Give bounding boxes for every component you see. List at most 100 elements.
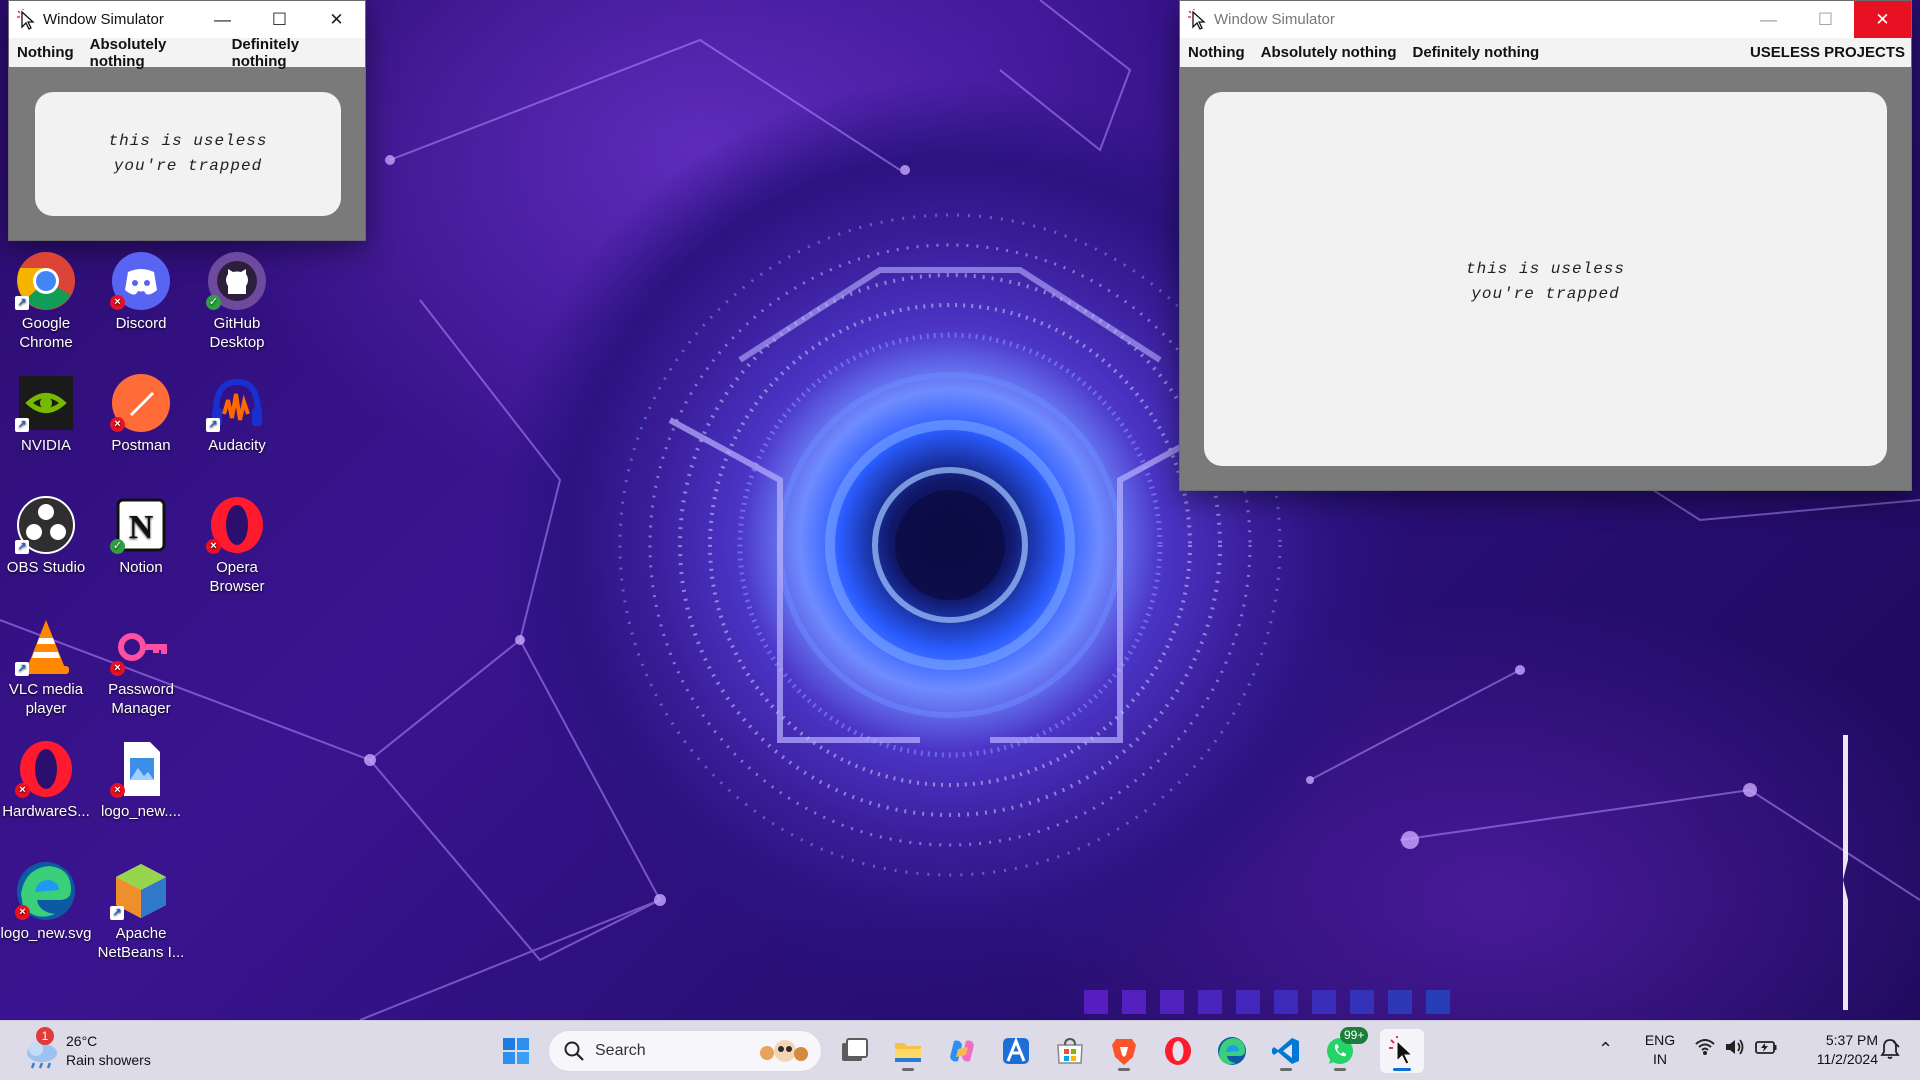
error-badge-icon: ×	[206, 539, 221, 554]
weather-widget[interactable]: 1 26°C Rain showers	[22, 1027, 172, 1073]
whatsapp-unread-badge: 99+	[1340, 1027, 1369, 1044]
minimize-button[interactable]: —	[1740, 1, 1797, 38]
close-button[interactable]: ✕	[1854, 1, 1911, 38]
panel-line-1: this is useless	[108, 132, 268, 150]
taskbar-opera[interactable]	[1156, 1029, 1200, 1073]
clock-date: 11/2/2024	[1816, 1051, 1878, 1067]
icon-label: Password Manager	[108, 681, 174, 717]
close-button[interactable]: ✕	[308, 1, 365, 38]
panel-line-2: you're trapped	[113, 157, 263, 175]
cursor-icon	[1188, 8, 1206, 30]
icon-label: logo_new.svg	[0, 925, 92, 942]
maximize-button[interactable]: ☐	[251, 1, 308, 38]
taskbar-vscode[interactable]	[1264, 1029, 1308, 1073]
desktop-icon-opera[interactable]: × Opera Browser	[189, 494, 285, 596]
desktop-icon-password-manager[interactable]: × Password Manager	[93, 616, 189, 718]
minimize-button[interactable]: —	[194, 1, 251, 38]
taskbar-file-explorer[interactable]	[886, 1029, 930, 1073]
menu-nothing[interactable]: Nothing	[17, 44, 74, 61]
menu-bar: Nothing Absolutely nothing Definitely no…	[1180, 38, 1911, 67]
error-badge-icon: ×	[110, 295, 125, 310]
running-indicator	[1118, 1068, 1130, 1071]
desktop-icon-postman[interactable]: × Postman	[93, 372, 189, 455]
maximize-button[interactable]: ☐	[1797, 1, 1854, 38]
running-indicator	[1334, 1068, 1346, 1071]
taskbar-brave[interactable]	[1102, 1029, 1146, 1073]
title-bar[interactable]: Window Simulator — ☐ ✕	[9, 1, 365, 38]
cursor-icon	[17, 8, 35, 30]
task-view-button[interactable]	[832, 1029, 876, 1073]
taskbar-microsoft-store[interactable]	[1048, 1029, 1092, 1073]
volume-icon	[1726, 1039, 1744, 1055]
icon-label: Audacity	[208, 437, 266, 454]
shortcut-arrow-icon: ↗	[15, 662, 29, 676]
menu-bar: Nothing Absolutely nothing Definitely no…	[9, 36, 365, 70]
running-indicator	[902, 1068, 914, 1071]
menu-definitely-nothing[interactable]: Definitely nothing	[232, 36, 349, 70]
copilot-icon	[950, 1040, 974, 1062]
weather-temperature: 26°C	[66, 1033, 98, 1049]
error-badge-icon: ×	[15, 905, 30, 920]
show-hidden-icons-button[interactable]: ⌃	[1598, 1039, 1613, 1060]
icon-label: Postman	[111, 437, 171, 454]
icon-label: NVIDIA	[20, 437, 71, 454]
notification-bell-icon	[1880, 1039, 1900, 1059]
edge-icon	[1218, 1037, 1246, 1065]
taskbar-app-a[interactable]	[994, 1029, 1038, 1073]
menu-absolutely-nothing[interactable]: Absolutely nothing	[90, 36, 216, 70]
desktop-icon-vlc[interactable]: ↗ VLC media player	[0, 616, 94, 718]
task-view-icon	[842, 1038, 868, 1061]
synced-badge-icon: ✓	[110, 539, 125, 554]
window-simulator-icon	[1389, 1036, 1414, 1065]
icon-label: OBS Studio	[6, 559, 86, 576]
icon-label: VLC media player	[8, 681, 84, 717]
window-simulator-right[interactable]: Window Simulator — ☐ ✕ Nothing Absolutel…	[1179, 0, 1912, 491]
system-tray-status[interactable]	[1694, 1037, 1778, 1057]
desktop-icon-github-desktop[interactable]: ✓ GitHub Desktop	[189, 250, 285, 352]
desktop-icon-hardwares[interactable]: × HardwareS...	[0, 738, 94, 821]
desktop-icon-obs[interactable]: ↗ OBS Studio	[0, 494, 94, 577]
svg-text:N: N	[129, 509, 154, 546]
taskbar: 1 26°C Rain showers Search 99+ ⌃ ENG IN …	[0, 1020, 1920, 1080]
title-bar[interactable]: Window Simulator — ☐ ✕	[1180, 1, 1911, 38]
weather-condition: Rain showers	[66, 1052, 151, 1068]
window-title: Window Simulator	[1214, 11, 1335, 28]
taskbar-window-simulator[interactable]	[1380, 1029, 1424, 1073]
language-indicator[interactable]: ENG IN	[1642, 1031, 1678, 1069]
desktop-icon-notion[interactable]: N ✓ Notion	[93, 494, 189, 577]
microsoft-store-icon	[1057, 1037, 1083, 1064]
search-icon	[564, 1041, 584, 1061]
app-icon	[1003, 1036, 1029, 1064]
icon-label: Opera Browser	[209, 559, 265, 595]
menu-definitely-nothing[interactable]: Definitely nothing	[1412, 44, 1539, 61]
taskbar-search-box[interactable]: Search	[548, 1030, 822, 1072]
desktop-icon-chrome[interactable]: ↗ Google Chrome	[0, 250, 94, 352]
brand-label: USELESS PROJECTS	[1749, 44, 1905, 61]
icon-label: Notion	[119, 559, 163, 576]
taskbar-whatsapp[interactable]: 99+	[1318, 1027, 1369, 1073]
notification-center-button[interactable]	[1878, 1037, 1904, 1063]
desktop-icon-nvidia[interactable]: ↗ NVIDIA	[0, 372, 94, 455]
wifi-icon	[1695, 1039, 1715, 1055]
desktop-icon-audacity[interactable]: ↗ Audacity	[189, 372, 285, 455]
panel-line-2: you're trapped	[1471, 285, 1620, 303]
start-button[interactable]	[494, 1029, 538, 1073]
icon-label: HardwareS...	[2, 803, 90, 820]
taskbar-copilot[interactable]	[940, 1029, 984, 1073]
shortcut-arrow-icon: ↗	[206, 418, 220, 432]
icon-label: Apache NetBeans I...	[97, 925, 185, 961]
clock[interactable]: 5:37 PM 11/2/2024	[1788, 1031, 1878, 1069]
error-badge-icon: ×	[15, 783, 30, 798]
synced-badge-icon: ✓	[206, 295, 221, 310]
menu-nothing[interactable]: Nothing	[1188, 44, 1245, 61]
window-simulator-left[interactable]: Window Simulator — ☐ ✕ Nothing Absolutel…	[8, 0, 366, 241]
file-explorer-icon	[895, 1043, 921, 1062]
desktop-icon-logo-new-image[interactable]: × logo_new....	[93, 738, 189, 821]
desktop-icon-netbeans[interactable]: ↗ Apache NetBeans I...	[93, 860, 189, 962]
desktop-icon-logo-new-svg[interactable]: × logo_new.svg	[0, 860, 94, 943]
menu-absolutely-nothing[interactable]: Absolutely nothing	[1261, 44, 1397, 61]
desktop-icon-discord[interactable]: × Discord	[93, 250, 189, 333]
taskbar-edge[interactable]	[1210, 1029, 1254, 1073]
content-panel: this is useless you're trapped	[35, 92, 341, 216]
battery-charging-icon	[1755, 1041, 1777, 1054]
